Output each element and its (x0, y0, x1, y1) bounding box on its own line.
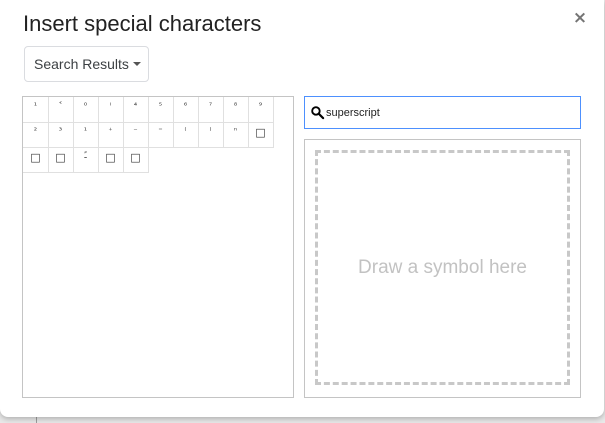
special-characters-dialog: Insert special characters × Search Resul… (0, 0, 604, 417)
character-cell[interactable]: ﹱ (73, 147, 99, 173)
character-cell[interactable]: ⁻ (123, 122, 149, 148)
character-cell[interactable]: □ (23, 147, 49, 173)
character-cell[interactable]: ⁵ (148, 97, 174, 123)
character-cell[interactable]: ⁴ (123, 97, 149, 123)
draw-symbol-canvas[interactable]: Draw a symbol here (315, 150, 570, 385)
character-cell[interactable]: ² (23, 122, 49, 148)
character-cell[interactable]: ⁽ (173, 122, 199, 148)
background-divider (36, 416, 37, 423)
character-cell[interactable]: □ (248, 122, 274, 148)
character-cell[interactable]: ⁶ (173, 97, 199, 123)
close-icon[interactable]: × (570, 8, 590, 28)
search-input[interactable] (326, 103, 574, 122)
character-cell[interactable]: ⁷ (198, 97, 224, 123)
character-cell[interactable]: ³ (48, 122, 74, 148)
character-cell[interactable]: ⁰ (73, 97, 99, 123)
character-cell[interactable]: □ (123, 147, 149, 173)
search-box[interactable] (304, 96, 581, 129)
character-cell[interactable]: ˂ (48, 97, 74, 123)
category-dropdown-label: Search Results (34, 56, 129, 72)
character-cell[interactable]: ⁹ (248, 97, 274, 123)
character-cell[interactable]: ⁾ (198, 122, 224, 148)
character-cell[interactable]: □ (48, 147, 74, 173)
character-cell[interactable]: □ (98, 147, 124, 173)
category-dropdown[interactable]: Search Results (24, 46, 149, 82)
draw-hint: Draw a symbol here (358, 257, 527, 278)
character-cell[interactable]: ¹ (23, 97, 49, 123)
character-cell[interactable]: ⁿ (223, 122, 249, 148)
dialog-title: Insert special characters (23, 11, 262, 36)
chevron-down-icon (133, 62, 141, 66)
character-grid: ¹ ˂ ⁰ ⁱ ⁴ ⁵ ⁶ ⁷ ⁸ ⁹ ² ³ ¹ ⁺ ⁻ ⁼ ⁽ ⁾ ⁿ □ □ □ ﹱ □ □ (22, 96, 294, 398)
character-cell[interactable]: ⁼ (148, 122, 174, 148)
draw-panel: Draw a symbol here (304, 139, 581, 398)
character-cell[interactable]: ⁱ (98, 97, 124, 123)
character-cell[interactable]: ¹ (73, 122, 99, 148)
character-cell[interactable]: ⁸ (223, 97, 249, 123)
search-icon (311, 106, 325, 120)
character-cell[interactable]: ⁺ (98, 122, 124, 148)
